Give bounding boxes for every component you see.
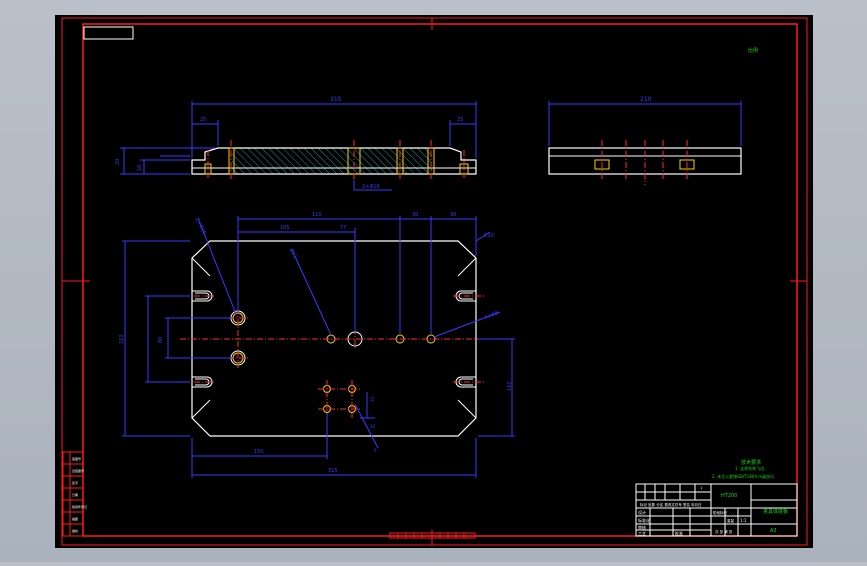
tb-header: 标记 处数 分区 更改文件号 签名 年月日: [640, 502, 702, 507]
tb-material: HT200: [721, 493, 737, 499]
dim-plan-a: 110: [312, 212, 322, 218]
dim-plan-bottom-a: 150: [254, 449, 264, 455]
tb-part-name: 夹具体底板: [763, 508, 788, 515]
dim-plan-c: 77: [340, 225, 346, 231]
side-tab-4: 日期: [72, 492, 78, 497]
drawing-canvas[interactable]: 比例 315 25 25 20 10 2×Φ16 210 110 105 77 …: [0, 0, 867, 562]
tb-standard: 标准化: [638, 517, 650, 523]
cad-viewport[interactable]: 比例 315 25 25 20 10 2×Φ16 210 110 105 77 …: [0, 0, 867, 562]
tb-checker: 审核: [638, 524, 646, 530]
side-tab-1: 底图号: [72, 456, 81, 461]
tb-scale: 1:1: [740, 518, 747, 523]
tb-drawing-no: A3: [770, 528, 777, 534]
dim-top-left-step: 25: [200, 117, 206, 123]
notes-line-2: 2. 未注公差按GB/T1804-m级执行.: [712, 473, 776, 479]
dim-top-step-height: 10: [137, 165, 143, 171]
leader-note-d: 20: [370, 396, 375, 402]
side-tab-2: 旧底图号: [72, 468, 84, 473]
dim-side-overall: 210: [640, 96, 652, 103]
dim-plan-inner-height: 80: [158, 337, 164, 343]
dim-plan-right-height: 110: [507, 381, 513, 391]
scale-note: 比例: [748, 47, 758, 54]
tb-approve: 批准: [675, 530, 683, 536]
dim-plan-height: 210: [119, 334, 125, 344]
tb-weight: 重量: [727, 518, 735, 523]
tb-count: 共 张 第 张: [715, 529, 733, 534]
dim-plan-bottom-total: 315: [328, 468, 338, 474]
drawing-area: [55, 15, 813, 548]
section-hatch: [232, 148, 432, 174]
side-tab-6: 描图: [72, 516, 78, 521]
notes-title: 技术要求: [741, 459, 761, 466]
notes-line-1: 1. 去除毛刺飞边.: [735, 465, 765, 471]
tb-sheet: 1: [700, 486, 702, 490]
dim-plan-d: 30: [412, 212, 418, 218]
dim-top-height: 20: [115, 159, 121, 165]
tb-designer: 设计: [638, 509, 646, 515]
side-tab-5: 借用件登记: [72, 504, 87, 509]
leader-note-e: 30: [370, 424, 376, 429]
side-tab-7: 描校: [72, 528, 78, 533]
side-tab-3: 签字: [72, 480, 78, 485]
dim-plan-chamfer: C20: [484, 233, 494, 239]
dim-top-overall: 315: [330, 96, 342, 103]
tb-stage: 阶段标记: [713, 510, 727, 515]
dim-plan-b: 105: [280, 225, 290, 231]
dim-plan-e: 30: [450, 212, 456, 218]
dim-top-right-step: 25: [457, 117, 463, 123]
tb-process: 工艺: [638, 531, 646, 536]
dim-top-hole-note: 2×Φ16: [362, 184, 380, 190]
